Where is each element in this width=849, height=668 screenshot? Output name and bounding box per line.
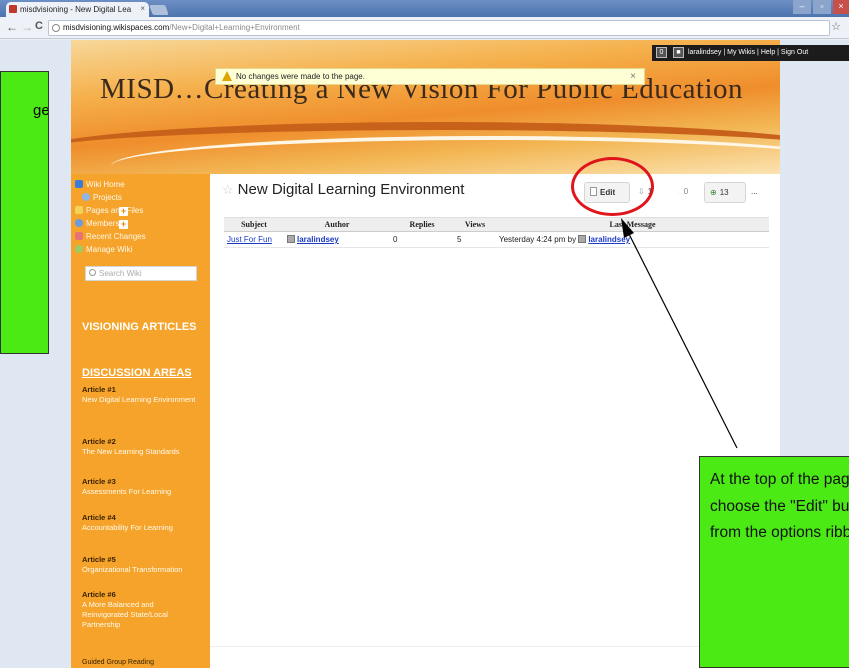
sidebar-item-label: Pages and Files — [86, 206, 144, 215]
sidebar-more-link[interactable]: Guided Group Reading — [82, 659, 154, 666]
article-number: Article #6 — [82, 590, 116, 599]
table-header-row: Subject Author Replies Views Last Messag… — [224, 217, 769, 232]
sidebar-item-label: Manage Wiki — [86, 245, 133, 254]
messages-icon[interactable]: ■ — [673, 47, 684, 58]
last-message-time: Yesterday 4:24 pm by — [499, 235, 577, 244]
tab-title: misdvisioning - New Digital Lea — [20, 5, 132, 14]
calendar-icon — [75, 232, 83, 240]
page-title: ☆ New Digital Learning Environment — [222, 181, 464, 198]
comment-icon: ◌ — [676, 187, 681, 196]
right-callout-box: At the top of the page choose the "Edit"… — [699, 456, 849, 668]
visioning-articles-heading[interactable]: VISIONING ARTICLES — [82, 321, 197, 333]
reload-button[interactable]: C — [35, 20, 43, 32]
forward-button[interactable]: → — [21, 20, 33, 34]
sidebar-item-projects[interactable]: Projects — [82, 193, 122, 202]
minimize-button[interactable]: – — [793, 0, 811, 14]
last-message-cell: Yesterday 4:24 pm by laralindsey — [496, 231, 769, 248]
browser-toolbar: ← → C misdvisioning.wikispaces.com/New+D… — [0, 17, 849, 39]
sidebar-item-wiki-home[interactable]: Wiki Home — [75, 180, 125, 189]
user-avatar-icon — [287, 235, 295, 243]
column-header-replies[interactable]: Replies — [390, 217, 454, 232]
article-number: Article #5 — [82, 555, 116, 564]
author-cell: laralindsey — [284, 231, 390, 248]
table-row: Just For Fun laralindsey 0 5 Yesterday 4… — [224, 231, 769, 248]
notice-bar: No changes were made to the page. × — [215, 68, 645, 85]
content-divider — [210, 646, 780, 647]
sidebar-item-members[interactable]: Members — [75, 219, 119, 228]
replies-cell: 0 — [390, 231, 454, 248]
sidebar-item-manage-wiki[interactable]: Manage Wiki — [75, 245, 132, 254]
sidebar-item-recent-changes[interactable]: Recent Changes — [75, 232, 146, 241]
article-number: Article #4 — [82, 513, 116, 522]
last-message-user-link[interactable]: laralindsey — [588, 235, 630, 244]
article-number: Article #1 — [82, 385, 116, 394]
bookmark-star-icon[interactable]: ☆ — [831, 20, 841, 33]
sidebar-item-label: Projects — [93, 193, 122, 202]
article-link[interactable]: The New Learning Standards — [82, 447, 207, 457]
article-number: Article #3 — [82, 477, 116, 486]
search-icon — [89, 269, 96, 276]
notice-close-icon[interactable]: × — [630, 69, 636, 84]
user-links[interactable]: laralindsey | My Wikis | Help | Sign Out — [688, 49, 808, 56]
page-title-text: New Digital Learning Environment — [237, 181, 465, 198]
article-link[interactable]: Accountability For Learning — [82, 523, 207, 533]
back-button[interactable]: ← — [6, 20, 18, 34]
user-avatar-icon — [578, 235, 587, 243]
sidebar-item-label: Wiki Home — [86, 180, 125, 189]
article-link[interactable]: Assessments For Learning — [82, 487, 207, 497]
sidebar-item-pages-files[interactable]: Pages and Files — [75, 206, 143, 215]
site-favicon-icon — [9, 5, 17, 13]
link-icon: ⊕ — [710, 188, 717, 197]
sidebar-item-label: Recent Changes — [86, 232, 146, 241]
thread-subject-link[interactable]: Just For Fun — [224, 231, 284, 248]
article-link[interactable]: New Digital Learning Environment — [82, 395, 207, 405]
maximize-button[interactable]: ▫ — [813, 0, 831, 14]
discussion-count: 0 — [683, 187, 689, 196]
notification-count[interactable]: 0 — [656, 47, 667, 58]
user-bar: 0 ■ laralindsey | My Wikis | Help | Sign … — [652, 45, 849, 61]
left-callout-text: ge — [33, 102, 49, 119]
left-callout-box: ge — [0, 71, 49, 354]
pages-icon — [75, 206, 83, 214]
window-close-button[interactable]: × — [833, 0, 849, 14]
projects-icon — [82, 193, 90, 201]
address-bar[interactable]: misdvisioning.wikispaces.com/New+Digital… — [48, 20, 830, 36]
browser-titlebar: misdvisioning - New Digital Lea × – ▫ × — [0, 0, 849, 17]
sidebar-item-label: Members — [86, 219, 120, 228]
tab-close-icon[interactable]: × — [140, 4, 145, 13]
home-icon — [75, 180, 83, 188]
article-link[interactable]: A More Balanced and Reinvigorated State/… — [82, 600, 177, 630]
column-header-subject[interactable]: Subject — [224, 217, 284, 232]
links-count: 13 — [719, 188, 729, 197]
links-button[interactable]: ⊕ 13 — [704, 182, 746, 203]
url-path: /New+Digital+Learning+Environment — [169, 23, 300, 32]
discussion-areas-heading[interactable]: DISCUSSION AREAS — [82, 367, 192, 379]
add-member-button[interactable]: + — [119, 220, 128, 229]
article-link[interactable]: Organizational Transformation — [82, 565, 207, 575]
column-header-views[interactable]: Views — [454, 217, 496, 232]
more-actions-button[interactable]: ... — [746, 182, 767, 203]
browser-tab[interactable]: misdvisioning - New Digital Lea × — [6, 2, 149, 17]
article-number: Article #2 — [82, 437, 116, 446]
discussion-button[interactable]: ◌ 0 — [671, 182, 703, 203]
search-wiki-input[interactable]: Search Wiki — [85, 266, 197, 281]
notice-text: No changes were made to the page. — [236, 72, 365, 81]
url-host: misdvisioning.wikispaces.com — [63, 23, 170, 32]
search-placeholder: Search Wiki — [99, 269, 142, 278]
author-link[interactable]: laralindsey — [297, 235, 339, 244]
right-callout-text: At the top of the page choose the "Edit"… — [710, 471, 849, 541]
add-page-button[interactable]: + — [119, 207, 128, 216]
warning-icon — [222, 71, 232, 81]
views-cell: 5 — [454, 231, 496, 248]
column-header-last-message[interactable]: Last Message — [496, 217, 769, 232]
edit-highlight-circle — [571, 157, 654, 216]
favorite-star-icon[interactable]: ☆ — [222, 182, 234, 197]
globe-icon — [52, 24, 60, 32]
settings-icon — [75, 245, 83, 253]
members-icon — [75, 219, 83, 227]
discussion-table: Subject Author Replies Views Last Messag… — [224, 217, 769, 248]
column-header-author[interactable]: Author — [284, 217, 390, 232]
new-tab-button[interactable] — [149, 5, 169, 15]
